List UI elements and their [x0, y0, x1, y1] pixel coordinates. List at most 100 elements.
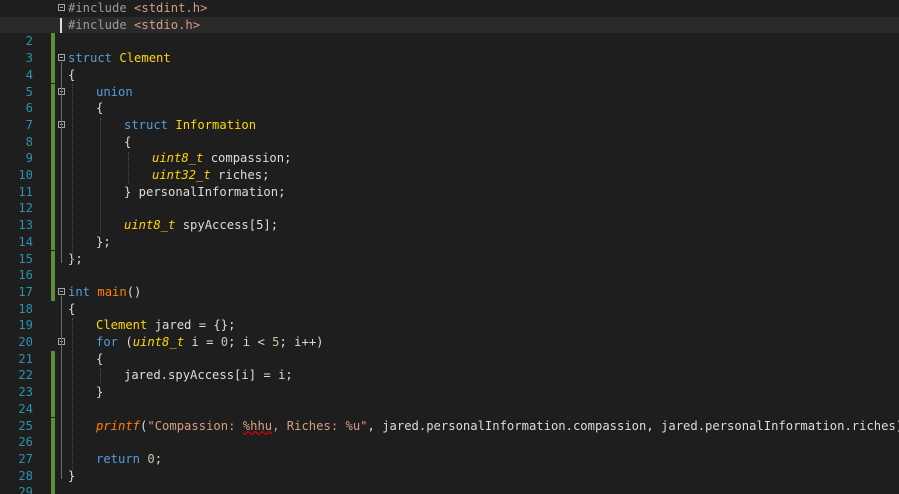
code-text[interactable]: #include <stdint.h>	[68, 0, 207, 17]
brace: {	[124, 134, 132, 149]
indent-guide	[72, 84, 73, 260]
keyword: return	[96, 451, 141, 466]
code-line-7[interactable]: 7 {	[0, 100, 899, 151]
code-line-9[interactable]: 9 {	[0, 134, 899, 184]
type-name: uint8_t	[132, 335, 185, 349]
code-line-26[interactable]: 26 printf("Compassion: %hhu, Riches: %u"…	[0, 418, 899, 468]
code-text[interactable]: return 0;	[96, 451, 162, 468]
code-text[interactable]: } personalInformation;	[124, 184, 285, 201]
code-line-23[interactable]: 23 jared.spyAccess[i] = i;	[0, 367, 899, 418]
code-text[interactable]: jared.spyAccess[i] = i;	[124, 367, 293, 384]
code-text[interactable]: uint32_t riches;	[152, 167, 269, 184]
code-text[interactable]: #include <stdio.h>	[68, 17, 200, 34]
code-line-2[interactable]: 2 #include <stdio.h>	[0, 16, 899, 67]
code-line-27[interactable]: 27	[0, 434, 899, 485]
include-path: <stdint.h>	[134, 1, 208, 15]
identifier: riches;	[210, 168, 270, 182]
code-text[interactable]: {	[68, 301, 75, 318]
number-literal: 0	[220, 335, 229, 349]
code-line-28[interactable]: 28 return 0;	[0, 451, 899, 494]
code-line-29[interactable]: 29 }	[0, 468, 899, 494]
type-name: Clement	[119, 51, 171, 66]
punctuation: ;	[154, 451, 163, 466]
identifier: spyAccess[5];	[175, 218, 279, 233]
string-literal: , Riches: %u"	[272, 418, 368, 433]
code-text[interactable]: {	[96, 100, 103, 117]
code-text[interactable]: for (uint8_t i = 0; i < 5; i++)	[96, 334, 324, 351]
code-line-15[interactable]: 15 };	[0, 234, 899, 284]
code-text[interactable]: struct Information	[124, 117, 256, 134]
code-text[interactable]: union	[96, 84, 133, 101]
identifier: , jared.personalInformation.compassion, …	[367, 418, 899, 433]
type-name: uint32_t	[152, 168, 211, 182]
identifier: jared = {};	[147, 318, 236, 333]
brace: };	[96, 234, 111, 249]
brace: {	[96, 101, 104, 116]
code-line-19[interactable]: 19 {	[0, 301, 899, 333]
fold-outline	[61, 62, 62, 263]
identifier: ; i <	[228, 335, 273, 349]
code-line-11[interactable]: 11 uint32_t riches;	[0, 167, 899, 218]
code-line-18[interactable]: 18 int main()	[0, 284, 899, 316]
code-text[interactable]: Clement jared = {};	[96, 317, 235, 334]
indent-guide	[100, 368, 101, 384]
code-text[interactable]: struct Clement	[68, 50, 171, 67]
identifier: jared.spyAccess[i] = i;	[124, 368, 293, 383]
collapse-icon[interactable]	[58, 287, 65, 295]
identifier: ; i++)	[279, 335, 324, 349]
code-line-4[interactable]: 4 struct Clement	[0, 50, 899, 101]
code-text[interactable]: }	[68, 468, 75, 485]
function-name: printf	[96, 418, 141, 433]
code-line-20[interactable]: 20 Clement jared = {};	[0, 317, 899, 368]
preprocessor-directive: #include	[68, 1, 127, 15]
code-text[interactable]: };	[96, 234, 111, 251]
brace: }	[68, 468, 76, 483]
code-text[interactable]: {	[124, 134, 131, 151]
keyword: union	[96, 84, 133, 99]
code-line-17[interactable]: 17	[0, 267, 899, 299]
code-line-30[interactable]: 30	[0, 484, 899, 494]
code-line-22[interactable]: 22 {	[0, 351, 899, 401]
code-line-12[interactable]: 12 } personalInformation;	[0, 184, 899, 234]
code-line-16[interactable]: 16 };	[0, 251, 899, 301]
code-line-8[interactable]: 8 struct Information	[0, 117, 899, 167]
code-line-21[interactable]: 21 for (uint8_t i = 0; i < 5; i++)	[0, 334, 899, 385]
code-line-5[interactable]: 5 {	[0, 67, 899, 117]
code-text[interactable]: printf("Compassion: %hhu, Riches: %u", j…	[96, 418, 899, 435]
code-line-24[interactable]: 24 }	[0, 384, 899, 435]
collapse-icon[interactable]	[58, 54, 65, 62]
code-line-10[interactable]: 10 uint8_t compassion;	[0, 150, 899, 201]
identifier: compassion;	[203, 151, 292, 166]
code-line-25[interactable]: 25	[0, 401, 899, 451]
code-line-3[interactable]: 3	[0, 33, 899, 84]
function-name: main	[97, 284, 127, 299]
punctuation: (	[118, 335, 133, 349]
code-text[interactable]: }	[96, 384, 103, 401]
string-literal: "Compassion:	[147, 418, 243, 433]
format-specifier-warning[interactable]: %hhu	[243, 419, 272, 433]
code-text[interactable]: };	[68, 251, 83, 268]
type-name: uint8_t	[124, 218, 176, 233]
code-line-6[interactable]: 6 union	[0, 84, 899, 134]
brace: };	[68, 251, 83, 266]
brace: {	[68, 301, 76, 316]
brace: {	[68, 67, 76, 82]
code-line-13[interactable]: 13	[0, 200, 899, 251]
code-text[interactable]: uint8_t compassion;	[152, 150, 291, 167]
code-line-1[interactable]: 1 #include <stdint.h>	[0, 0, 899, 51]
collapse-icon[interactable]	[58, 4, 65, 11]
code-text[interactable]: uint8_t spyAccess[5];	[124, 217, 278, 234]
code-editor[interactable]: 1 #include <stdint.h> 2 #include <stdio.…	[0, 0, 899, 494]
include-path: <stdio.h>	[134, 17, 201, 32]
type-name: uint8_t	[152, 151, 204, 166]
brace: }	[96, 385, 104, 400]
punctuation: ()	[126, 284, 142, 299]
code-text[interactable]: {	[68, 67, 75, 84]
indent-guide	[128, 152, 129, 184]
text-caret	[60, 17, 62, 33]
code-text[interactable]: int main()	[68, 284, 141, 301]
type-name: Information	[175, 117, 257, 132]
keyword: for	[96, 335, 119, 349]
code-line-14[interactable]: 14 uint8_t spyAccess[5];	[0, 217, 899, 268]
code-text[interactable]: {	[96, 351, 103, 368]
